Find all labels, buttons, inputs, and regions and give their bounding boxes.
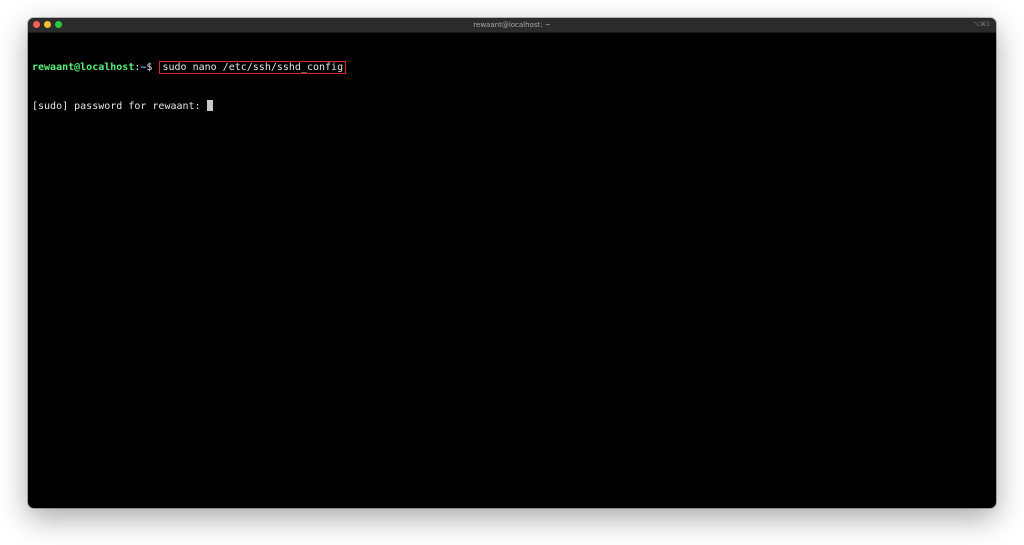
output-line: [sudo] password for rewaant: bbox=[32, 100, 992, 113]
prompt-user-host: rewaant@localhost bbox=[32, 62, 135, 73]
terminal-content[interactable]: rewaant@localhost:~$ sudo nano /etc/ssh/… bbox=[28, 33, 996, 141]
command-text: sudo nano /etc/ssh/sshd_config bbox=[162, 62, 344, 73]
terminal-window: rewaant@localhost: ~ ⌥⌘1 rewaant@localho… bbox=[28, 18, 996, 508]
text-cursor bbox=[206, 100, 213, 111]
window-shortcut: ⌥⌘1 bbox=[973, 21, 990, 28]
window-title: rewaant@localhost: ~ bbox=[473, 21, 551, 29]
title-bar[interactable]: rewaant@localhost: ~ ⌥⌘1 bbox=[28, 18, 996, 33]
password-prompt: [sudo] password for rewaant: bbox=[32, 101, 207, 112]
prompt-line: rewaant@localhost:~$ sudo nano /etc/ssh/… bbox=[32, 61, 992, 74]
command-highlight: sudo nano /etc/ssh/sshd_config bbox=[159, 61, 347, 74]
prompt-symbol: $ bbox=[146, 62, 159, 73]
